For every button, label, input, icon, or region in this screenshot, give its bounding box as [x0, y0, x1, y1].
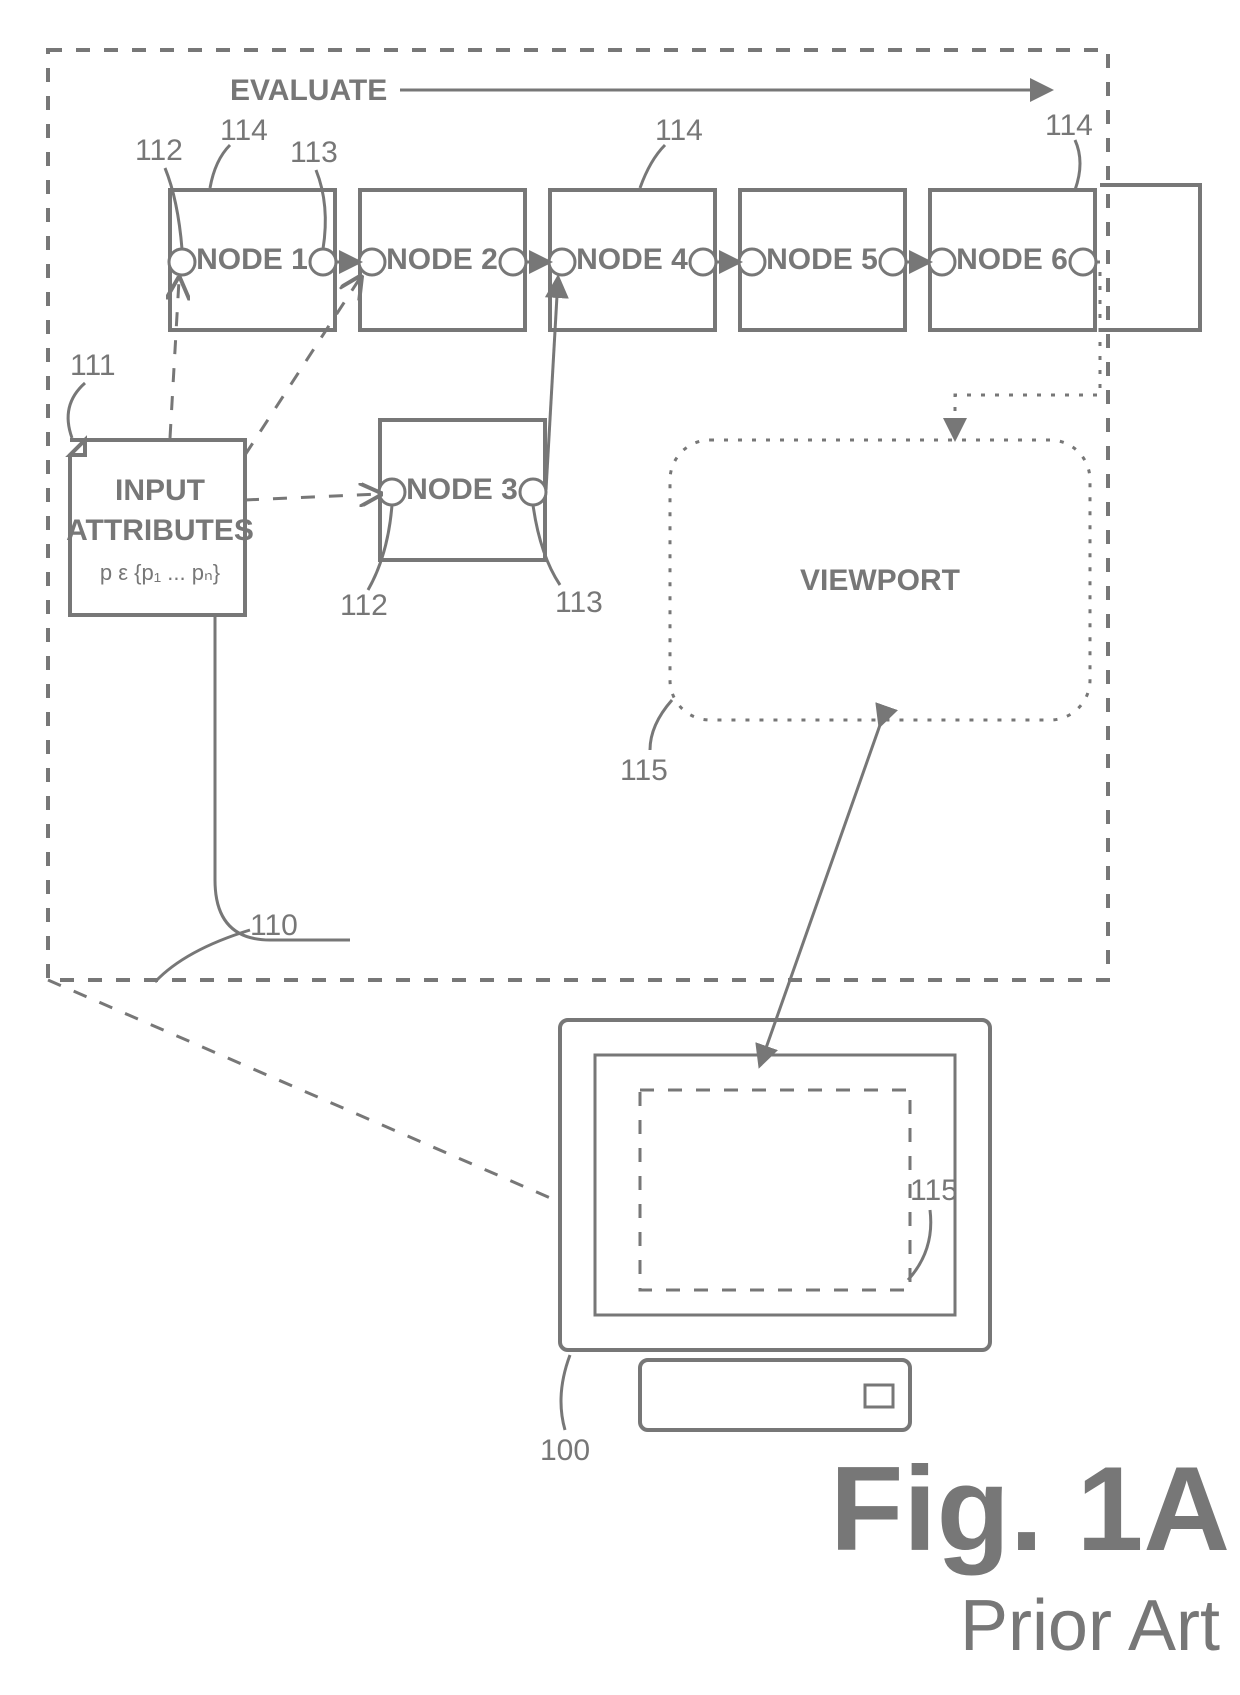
ref-110: 110 — [250, 909, 298, 942]
svg-text:NODE 3: NODE 3 — [406, 473, 518, 506]
ref-112a: 112 — [135, 134, 183, 167]
viewport-monitor-link — [760, 725, 880, 1065]
node-3: NODE 3 — [379, 420, 546, 560]
ref-114a: 114 — [220, 114, 268, 147]
ref-114b: 114 — [655, 114, 703, 147]
svg-text:NODE 4: NODE 4 — [576, 243, 688, 276]
ref-112b: 112 — [340, 589, 388, 622]
svg-text:p ε {p₁ ... pₙ}: p ε {p₁ ... pₙ} — [100, 560, 220, 585]
figure-subtitle: Prior Art — [960, 1586, 1220, 1666]
diagram-svg: EVALUATE INPUT ATTRIBUTES p ε {p₁ ... pₙ… — [0, 0, 1240, 1695]
ref-113b: 113 — [555, 586, 603, 619]
svg-text:VIEWPORT: VIEWPORT — [800, 564, 960, 597]
ref-113a: 113 — [290, 136, 338, 169]
ref-111: 111 — [70, 349, 116, 382]
svg-text:NODE 5: NODE 5 — [766, 243, 878, 276]
figure-container: { "figure":{ "title":"Fig. 1A", "subtitl… — [0, 0, 1240, 1695]
ref-114c: 114 — [1045, 109, 1093, 142]
evaluate-label: EVALUATE — [230, 74, 387, 107]
svg-text:INPUT: INPUT — [115, 474, 205, 507]
svg-text:NODE 2: NODE 2 — [386, 243, 498, 276]
ref-115a: 115 — [620, 754, 668, 787]
monitor — [560, 1020, 990, 1430]
input-attributes: INPUT ATTRIBUTES p ε {p₁ ... pₙ} — [66, 440, 254, 615]
edge-input-n3 — [245, 494, 379, 500]
figure-title: Fig. 1A — [830, 1442, 1230, 1576]
ref-115b: 115 — [910, 1174, 958, 1207]
frame-monitor-dash — [48, 980, 555, 1200]
svg-text:NODE 6: NODE 6 — [956, 243, 1068, 276]
svg-text:ATTRIBUTES: ATTRIBUTES — [66, 514, 254, 547]
svg-text:NODE 1: NODE 1 — [196, 243, 308, 276]
ref-100: 100 — [540, 1434, 590, 1467]
